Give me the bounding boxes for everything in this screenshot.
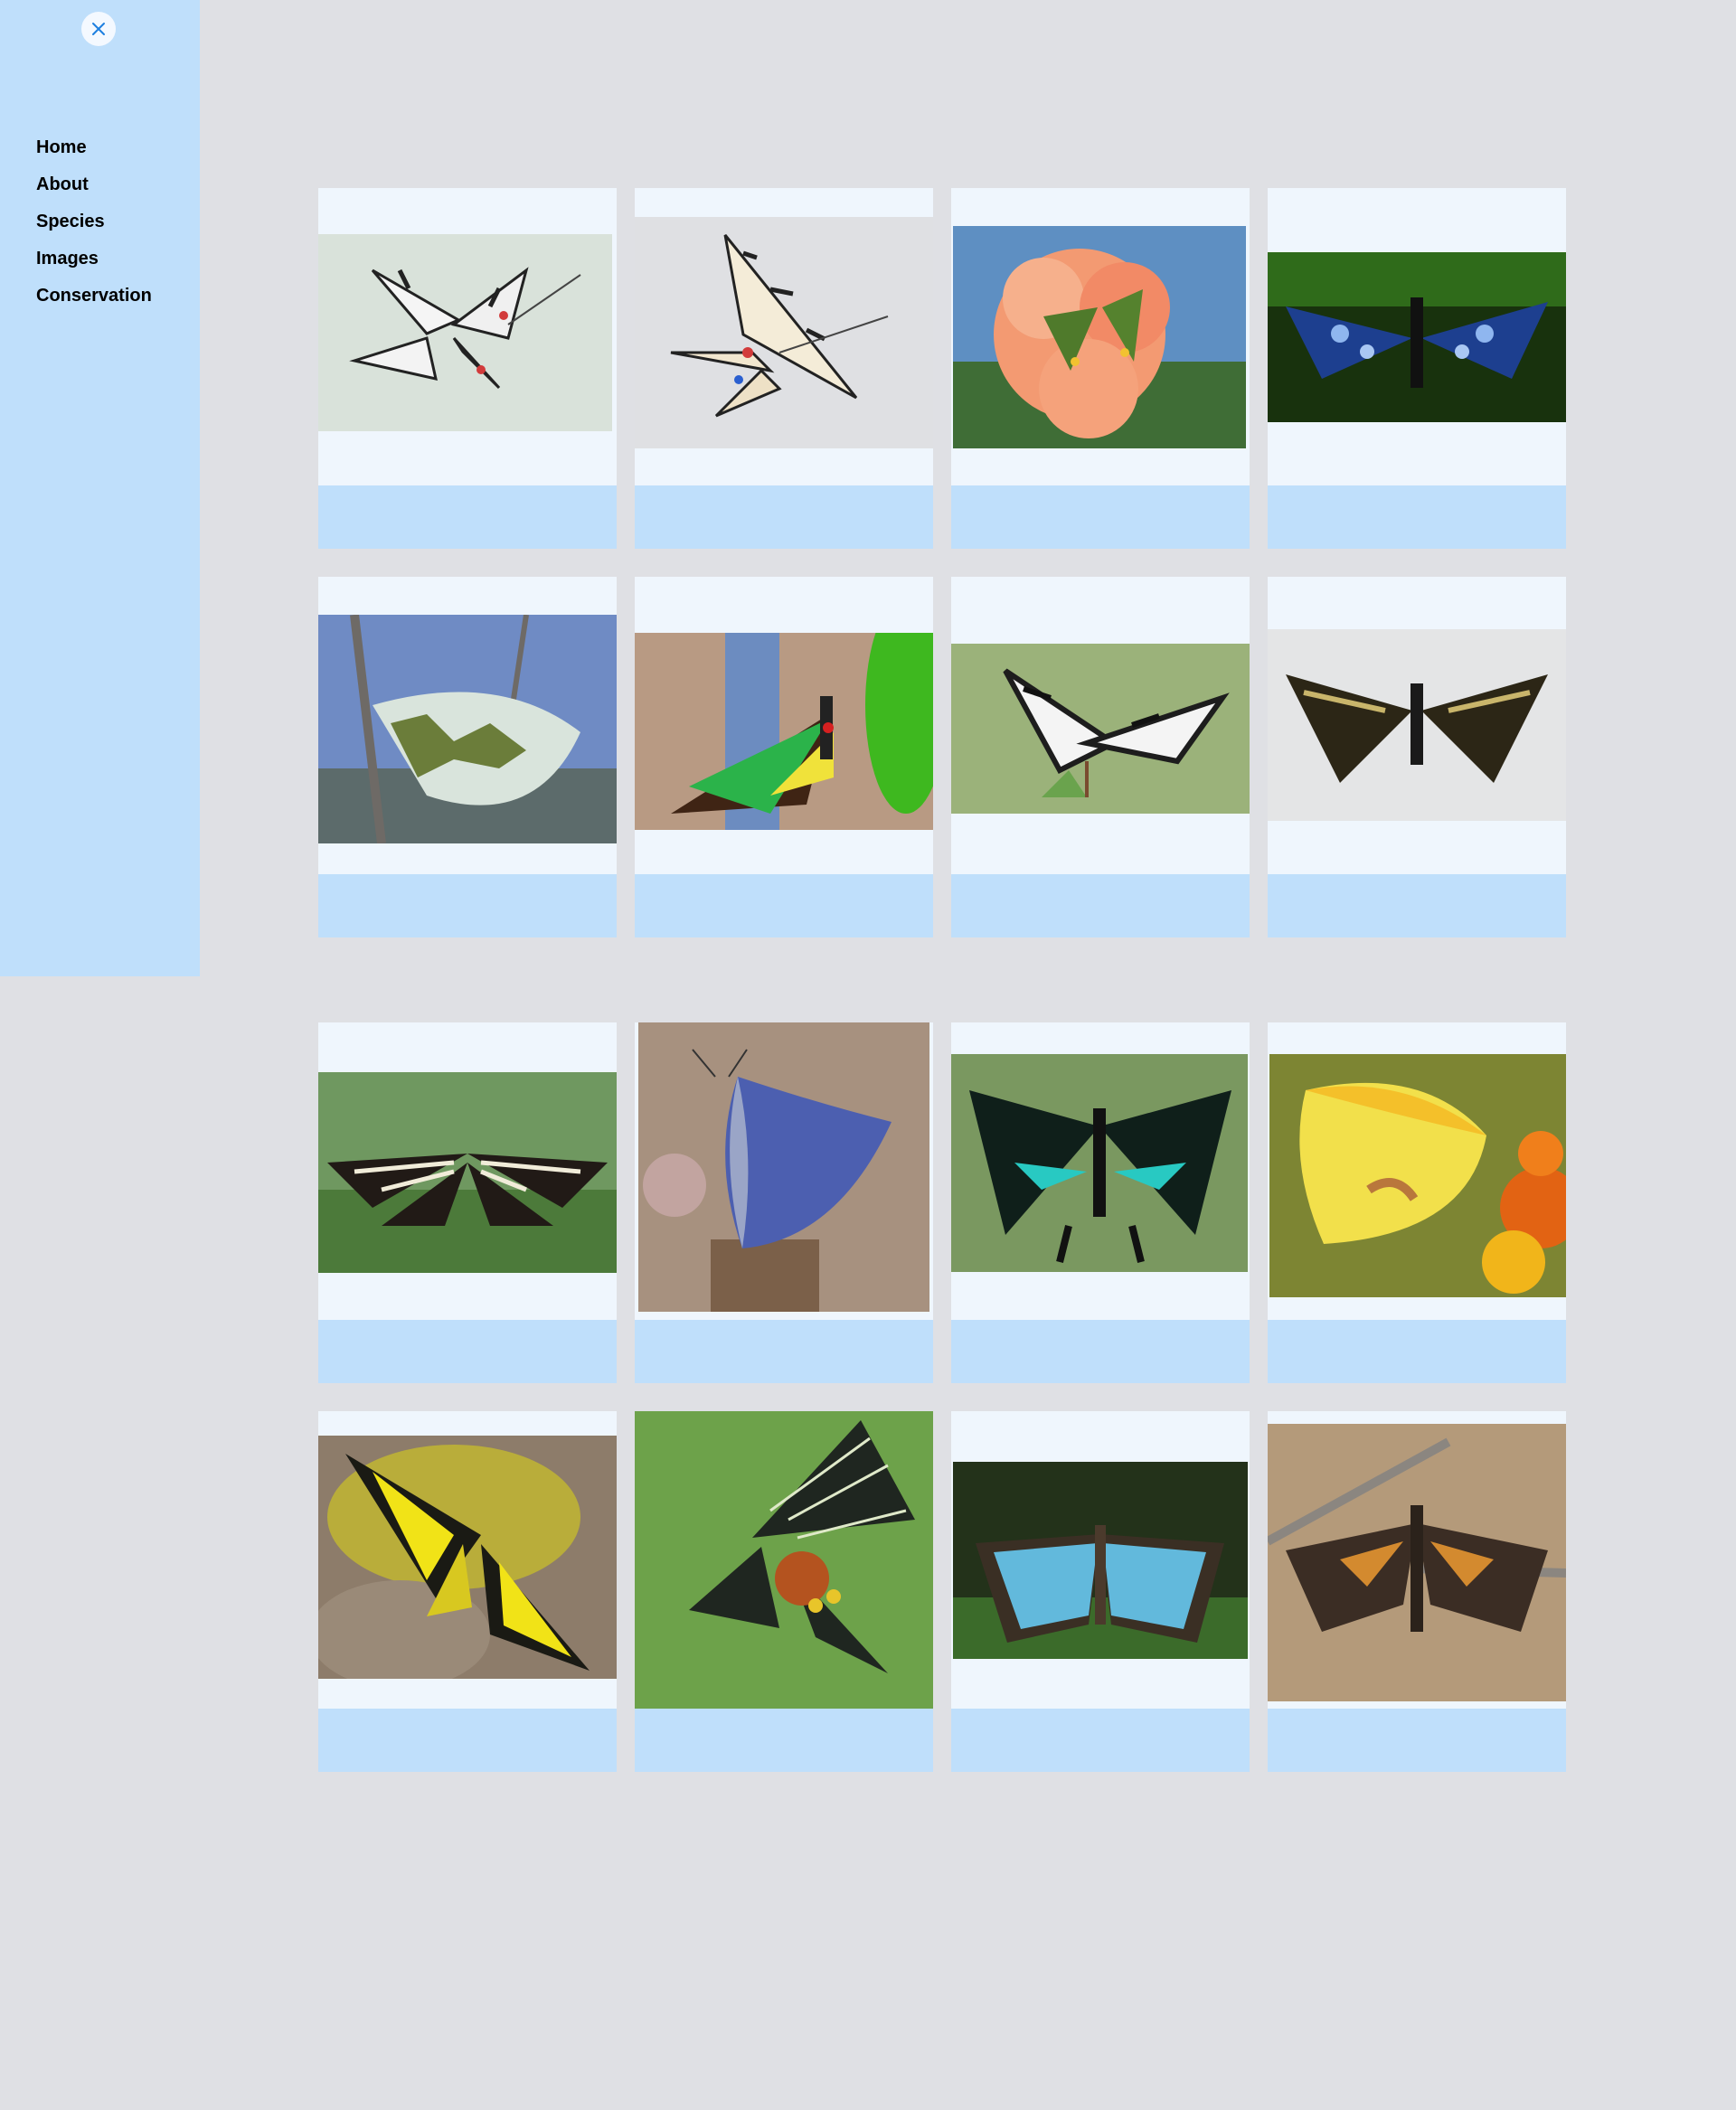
card-footer: [635, 1709, 933, 1772]
gallery-card[interactable]: [318, 577, 617, 937]
butterfly-photo[interactable]: [951, 644, 1250, 814]
nav-images[interactable]: Images: [36, 247, 152, 284]
butterfly-photo[interactable]: [1269, 1054, 1566, 1297]
nav-conservation[interactable]: Conservation: [36, 284, 152, 321]
card-footer: [1268, 874, 1566, 937]
gallery-card[interactable]: [1268, 577, 1566, 937]
card-footer: [1268, 485, 1566, 549]
card-footer: [635, 485, 933, 549]
gallery-card[interactable]: [635, 188, 933, 549]
card-footer: [951, 874, 1250, 937]
nav-about[interactable]: About: [36, 173, 152, 210]
card-footer: [318, 485, 617, 549]
butterfly-photo[interactable]: [318, 615, 617, 843]
gallery-card[interactable]: [635, 1411, 933, 1772]
gallery-card[interactable]: [951, 1411, 1250, 1772]
card-footer: [951, 1320, 1250, 1383]
sidebar-nav: Home About Species Images Conservation: [36, 136, 152, 321]
nav-home[interactable]: Home: [36, 136, 152, 173]
card-footer: [635, 874, 933, 937]
gallery-card[interactable]: [951, 188, 1250, 549]
nav-species[interactable]: Species: [36, 210, 152, 247]
butterfly-photo[interactable]: [953, 226, 1246, 448]
gallery-card[interactable]: [1268, 1411, 1566, 1772]
butterfly-photo[interactable]: [318, 1436, 617, 1679]
gallery-card[interactable]: [951, 577, 1250, 937]
butterfly-photo[interactable]: [318, 234, 612, 431]
gallery-card[interactable]: [635, 577, 933, 937]
gallery-card[interactable]: [318, 188, 617, 549]
butterfly-photo[interactable]: [953, 1462, 1248, 1659]
card-footer: [318, 874, 617, 937]
gallery-card[interactable]: [635, 1022, 933, 1383]
butterfly-photo[interactable]: [318, 1072, 617, 1273]
gallery-card[interactable]: [318, 1411, 617, 1772]
close-sidebar-button[interactable]: [81, 12, 116, 46]
butterfly-photo[interactable]: [635, 633, 933, 830]
gallery-card[interactable]: [1268, 188, 1566, 549]
card-footer: [635, 1320, 933, 1383]
card-footer: [318, 1320, 617, 1383]
card-footer: [951, 485, 1250, 549]
gallery-card[interactable]: [318, 1022, 617, 1383]
card-footer: [318, 1709, 617, 1772]
gallery-card[interactable]: [951, 1022, 1250, 1383]
card-footer: [951, 1709, 1250, 1772]
close-icon: [92, 23, 105, 35]
card-footer: [1268, 1320, 1566, 1383]
butterfly-photo[interactable]: [638, 1022, 929, 1312]
butterfly-photo[interactable]: [635, 1411, 933, 1709]
butterfly-photo[interactable]: [951, 1054, 1248, 1272]
gallery-card[interactable]: [1268, 1022, 1566, 1383]
card-footer: [1268, 1709, 1566, 1772]
butterfly-photo[interactable]: [1268, 252, 1566, 422]
sidebar: Home About Species Images Conservation: [0, 0, 200, 976]
butterfly-photo[interactable]: [635, 217, 933, 448]
butterfly-photo[interactable]: [1268, 1424, 1566, 1701]
butterfly-photo[interactable]: [1268, 629, 1566, 821]
